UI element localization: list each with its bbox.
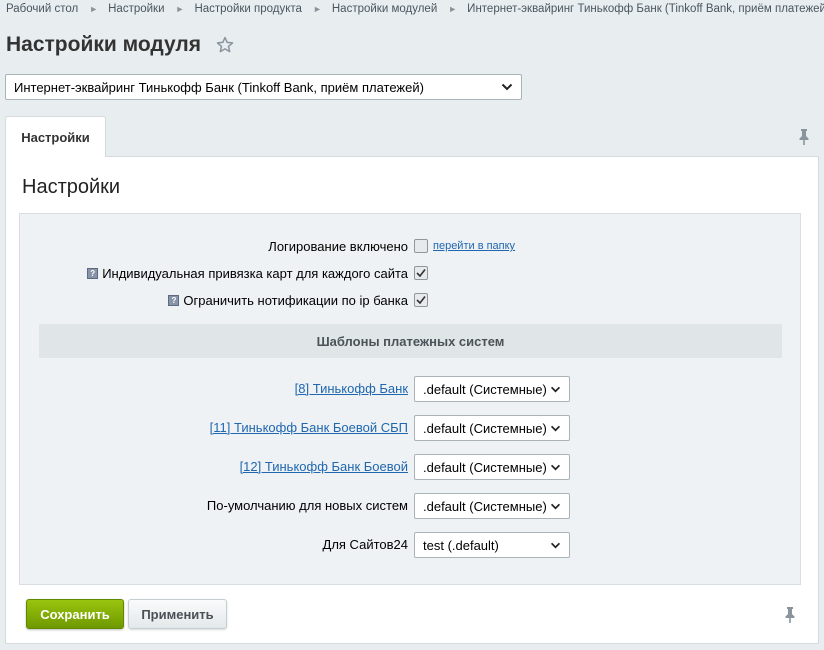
breadcrumb-separator-icon: ►	[89, 4, 99, 14]
tab-bar: Настройки	[5, 116, 819, 157]
breadcrumb-separator-icon: ►	[175, 4, 185, 14]
option-logging-label: Логирование включено	[268, 239, 408, 254]
help-icon[interactable]: ?	[168, 295, 180, 306]
template-row-label: Для Сайтов24	[322, 537, 408, 552]
template-row: [12] Тинькофф Банк Боевой .default (Сист…	[20, 454, 802, 480]
checkbox-check-icon	[416, 269, 426, 278]
settings-form: Логирование включено перейти в папку ? И…	[19, 213, 801, 585]
template-select-value: .default (Системные)	[423, 381, 547, 397]
template-row: По-умолчанию для новых систем .default (…	[20, 493, 802, 519]
option-notify-ip-row: ? Ограничить нотификации по ip банка	[20, 291, 802, 311]
template-row: [8] Тинькофф Банк .default (Системные)	[20, 376, 802, 402]
chevron-down-icon	[550, 503, 561, 509]
breadcrumb-item-current-module[interactable]: Интернет-эквайринг Тинькофф Банк (Tinkof…	[467, 3, 824, 15]
breadcrumb-item-settings[interactable]: Настройки	[108, 3, 164, 15]
template-row: [11] Тинькофф Банк Боевой СБП .default (…	[20, 415, 802, 441]
template-select[interactable]: test (.default)	[414, 532, 570, 558]
chevron-down-icon	[550, 542, 561, 548]
panel-title: Настройки	[22, 176, 121, 198]
template-row-label[interactable]: [12] Тинькофф Банк Боевой	[240, 459, 408, 474]
page-title: Настройки модуля	[6, 33, 202, 56]
template-select[interactable]: .default (Системные)	[414, 376, 570, 402]
breadcrumb-item-desktop[interactable]: Рабочий стол	[6, 3, 78, 15]
star-icon[interactable]	[215, 35, 235, 55]
open-folder-link[interactable]: перейти в папку	[433, 240, 515, 252]
checkbox-check-icon	[416, 296, 426, 305]
settings-panel: Настройки Логирование включено перейти в…	[5, 156, 819, 644]
help-icon[interactable]: ?	[87, 268, 99, 279]
option-notify-ip-label: ? Ограничить нотификации по ip банка	[168, 293, 408, 308]
template-row-label: По-умолчанию для новых систем	[206, 498, 408, 513]
template-select-value: .default (Системные)	[423, 420, 547, 436]
option-card-binding-text: Индивидуальная привязка карт для каждого…	[102, 266, 408, 281]
template-select-value: .default (Системные)	[423, 498, 547, 514]
option-logging-text: Логирование включено	[268, 239, 408, 254]
chevron-down-icon	[550, 464, 561, 470]
templates-section-header: Шаблоны платежных систем	[39, 324, 782, 358]
breadcrumb: Рабочий стол ► Настройки ► Настройки про…	[6, 3, 824, 15]
template-select[interactable]: .default (Системные)	[414, 454, 570, 480]
apply-button[interactable]: Применить	[128, 599, 227, 629]
template-row-label[interactable]: [11] Тинькофф Банк Боевой СБП	[210, 420, 408, 435]
option-logging-row: Логирование включено перейти в папку	[20, 237, 802, 257]
module-select-value: Интернет-эквайринг Тинькофф Банк (Tinkof…	[14, 79, 424, 95]
module-select[interactable]: Интернет-эквайринг Тинькофф Банк (Tinkof…	[5, 74, 522, 100]
template-select[interactable]: .default (Системные)	[414, 493, 570, 519]
chevron-down-icon	[550, 386, 561, 392]
option-notify-ip-text: Ограничить нотификации по ip банка	[183, 293, 408, 308]
template-select[interactable]: .default (Системные)	[414, 415, 570, 441]
tab-settings[interactable]: Настройки	[5, 116, 106, 157]
page-title-row: Настройки модуля	[6, 33, 235, 57]
breadcrumb-item-product-settings[interactable]: Настройки продукта	[194, 3, 302, 15]
template-select-value: test (.default)	[423, 537, 499, 553]
notify-ip-checkbox[interactable]	[414, 293, 428, 307]
pin-icon[interactable]	[797, 128, 811, 146]
save-button[interactable]: Сохранить	[26, 599, 124, 629]
template-row-label[interactable]: [8] Тинькофф Банк	[295, 381, 408, 396]
option-card-binding-label: ? Индивидуальная привязка карт для каждо…	[87, 266, 408, 281]
breadcrumb-separator-icon: ►	[448, 4, 458, 14]
pin-icon[interactable]	[783, 606, 797, 624]
breadcrumb-separator-icon: ►	[312, 4, 322, 14]
template-select-value: .default (Системные)	[423, 459, 547, 475]
template-row: Для Сайтов24 test (.default)	[20, 532, 802, 558]
breadcrumb-item-module-settings[interactable]: Настройки модулей	[332, 3, 437, 15]
card-binding-checkbox[interactable]	[414, 266, 428, 280]
option-card-binding-row: ? Индивидуальная привязка карт для каждо…	[20, 264, 802, 284]
logging-checkbox[interactable]	[414, 239, 428, 253]
chevron-down-icon	[550, 425, 561, 431]
chevron-down-icon	[501, 83, 513, 91]
